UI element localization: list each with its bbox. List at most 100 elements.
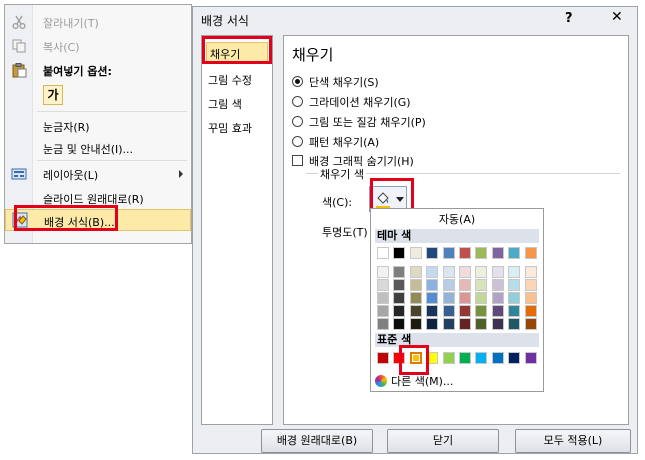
category-list: 채우기 그림 수정 그림 색 꾸밈 효과 — [201, 35, 273, 425]
layout-icon — [11, 166, 27, 182]
theme-color-swatch[interactable] — [426, 266, 439, 278]
radio-picture-fill[interactable]: 그림 또는 질감 채우기(P) — [292, 114, 426, 130]
theme-color-swatch[interactable] — [524, 266, 537, 278]
standard-color-swatch[interactable] — [377, 352, 389, 364]
theme-color-swatch[interactable] — [409, 247, 422, 259]
theme-color-swatch[interactable] — [524, 247, 537, 259]
radio-gradient-fill[interactable]: 그라데이션 채우기(G) — [292, 94, 411, 110]
theme-color-swatch[interactable] — [377, 292, 389, 304]
theme-color-swatch[interactable] — [377, 266, 389, 278]
more-colors-label: 다른 색(M)... — [391, 375, 454, 388]
menu-label-copy: 복사(C) — [43, 41, 80, 54]
standard-color-swatch[interactable] — [459, 352, 471, 364]
paste-keep-text-button[interactable]: 가 — [43, 85, 63, 105]
theme-color-swatch[interactable] — [491, 292, 504, 304]
checkbox-indicator — [292, 155, 303, 166]
theme-color-swatch[interactable] — [426, 292, 439, 304]
theme-color-swatch[interactable] — [393, 318, 406, 330]
theme-color-swatch[interactable] — [393, 266, 406, 278]
standard-color-swatch[interactable] — [475, 352, 488, 364]
theme-color-swatch[interactable] — [426, 247, 439, 259]
theme-color-swatch[interactable] — [491, 266, 504, 278]
theme-color-swatch[interactable] — [524, 305, 537, 317]
theme-color-swatch[interactable] — [508, 247, 521, 259]
theme-color-swatch[interactable] — [491, 247, 504, 259]
theme-color-swatch[interactable] — [377, 318, 389, 330]
menu-item-layout[interactable]: 레이아웃(L) — [5, 163, 191, 185]
more-colors-option[interactable]: 다른 색(M)... — [375, 373, 453, 389]
theme-color-swatch[interactable] — [475, 247, 488, 259]
theme-color-swatch[interactable] — [475, 292, 488, 304]
theme-color-swatch[interactable] — [475, 279, 488, 291]
menu-item-ruler[interactable]: 눈금자(R) — [5, 115, 191, 137]
radio-solid-fill[interactable]: 단색 채우기(S) — [292, 74, 379, 90]
theme-color-swatch[interactable] — [377, 305, 389, 317]
theme-color-swatch[interactable] — [459, 318, 471, 330]
help-button[interactable]: ? — [565, 11, 573, 26]
apply-all-button[interactable]: 모두 적용(L) — [515, 429, 631, 453]
close-button[interactable]: 닫기 — [387, 429, 499, 453]
theme-color-swatch[interactable] — [524, 318, 537, 330]
theme-color-swatch[interactable] — [426, 279, 439, 291]
radio-pattern-fill[interactable]: 패턴 채우기(A) — [292, 134, 379, 150]
theme-color-swatch[interactable] — [377, 279, 389, 291]
theme-color-swatch[interactable] — [426, 318, 439, 330]
theme-color-swatch[interactable] — [393, 292, 406, 304]
theme-color-swatch[interactable] — [491, 318, 504, 330]
theme-color-swatch[interactable] — [442, 279, 455, 291]
copy-icon — [11, 38, 27, 54]
theme-color-swatch[interactable] — [393, 305, 406, 317]
theme-color-swatch[interactable] — [491, 279, 504, 291]
theme-color-swatch[interactable] — [491, 305, 504, 317]
category-item-picture-corrections[interactable]: 그림 수정 — [208, 72, 252, 88]
radio-label: 패턴 채우기(A) — [309, 136, 380, 149]
theme-color-swatch[interactable] — [508, 318, 521, 330]
theme-color-swatch[interactable] — [524, 279, 537, 291]
menu-item-copy[interactable]: 복사(C) — [5, 35, 191, 57]
theme-color-swatch[interactable] — [475, 266, 488, 278]
theme-color-swatch[interactable] — [475, 305, 488, 317]
theme-color-swatch[interactable] — [442, 266, 455, 278]
theme-color-swatch[interactable] — [409, 292, 422, 304]
theme-color-swatch[interactable] — [508, 279, 521, 291]
standard-color-swatch[interactable] — [442, 352, 455, 364]
theme-color-swatch[interactable] — [459, 247, 471, 259]
menu-item-grid-guides[interactable]: 눈금 및 안내선(I)... — [5, 137, 191, 159]
reset-background-button[interactable]: 배경 원래대로(B) — [261, 429, 373, 453]
theme-color-swatch[interactable] — [508, 292, 521, 304]
menu-label-cut: 잘라내기(T) — [43, 17, 99, 30]
theme-colors-header: 테마 색 — [375, 229, 539, 243]
standard-color-swatch[interactable] — [508, 352, 521, 364]
theme-color-swatch[interactable] — [459, 292, 471, 304]
theme-color-swatch[interactable] — [393, 247, 406, 259]
theme-color-swatch[interactable] — [377, 247, 389, 259]
theme-color-swatch[interactable] — [475, 318, 488, 330]
dialog-title: 배경 서식 — [201, 14, 249, 28]
category-item-artistic-effects[interactable]: 꾸밈 효과 — [208, 120, 252, 136]
standard-color-swatch[interactable] — [524, 352, 537, 364]
theme-color-swatch[interactable] — [442, 247, 455, 259]
theme-color-swatch[interactable] — [409, 305, 422, 317]
theme-color-swatch[interactable] — [459, 279, 471, 291]
standard-color-swatch[interactable] — [491, 352, 504, 364]
theme-color-swatch[interactable] — [508, 305, 521, 317]
theme-color-swatch[interactable] — [442, 305, 455, 317]
palette-icon — [375, 375, 387, 387]
theme-color-swatch[interactable] — [459, 266, 471, 278]
theme-color-swatch[interactable] — [524, 292, 537, 304]
theme-color-swatch[interactable] — [409, 318, 422, 330]
theme-color-swatch[interactable] — [393, 279, 406, 291]
theme-color-swatch[interactable] — [426, 305, 439, 317]
theme-color-swatch[interactable] — [442, 292, 455, 304]
theme-color-swatch[interactable] — [459, 305, 471, 317]
category-item-picture-color[interactable]: 그림 색 — [208, 96, 242, 112]
close-icon[interactable]: ✕ — [611, 9, 623, 25]
theme-color-swatch[interactable] — [442, 318, 455, 330]
theme-color-swatch[interactable] — [409, 279, 422, 291]
menu-label-layout: 레이아웃(L) — [43, 169, 99, 182]
menu-item-cut[interactable]: 잘라내기(T) — [5, 11, 191, 33]
theme-color-swatch[interactable] — [409, 266, 422, 278]
theme-color-swatch[interactable] — [508, 266, 521, 278]
automatic-color-option[interactable]: 자동(A) — [371, 211, 543, 227]
annotation-highlight-box — [399, 345, 429, 375]
